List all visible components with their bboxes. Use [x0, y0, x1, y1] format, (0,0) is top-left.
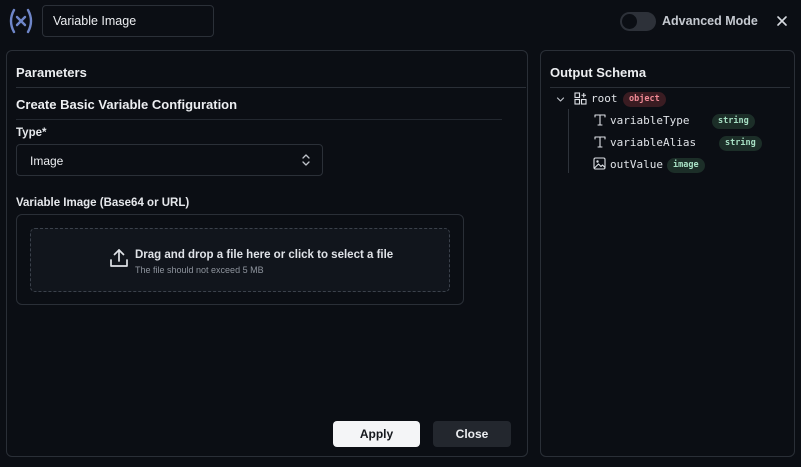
- close-button[interactable]: Close: [433, 421, 511, 447]
- close-icon[interactable]: [775, 14, 789, 28]
- type-select[interactable]: Image: [16, 144, 323, 176]
- toggle-knob: [622, 14, 637, 29]
- schema-root-row[interactable]: root object: [555, 91, 775, 109]
- schema-type-badge: object: [623, 92, 666, 107]
- schema-root-name: root: [591, 92, 618, 105]
- image-type-icon: [593, 157, 606, 170]
- parameters-title: Parameters: [16, 65, 87, 80]
- app-window: Advanced Mode Parameters Create Basic Va…: [0, 0, 801, 467]
- advanced-mode-label: Advanced Mode: [662, 14, 758, 28]
- file-drop-zone[interactable]: Drag and drop a file here or click to se…: [30, 228, 450, 292]
- schema-field-name: outValue: [610, 158, 663, 171]
- chevron-down-icon[interactable]: [556, 95, 565, 104]
- output-schema-title: Output Schema: [550, 65, 647, 80]
- section-title: Create Basic Variable Configuration: [16, 97, 238, 112]
- schema-type-badge: string: [719, 136, 762, 151]
- divider: [16, 87, 526, 88]
- schema-field-row[interactable]: variableType string: [593, 113, 773, 131]
- apply-button[interactable]: Apply: [333, 421, 420, 447]
- schema-field-name: variableAlias: [610, 136, 697, 149]
- variable-image-label: Variable Image (Base64 or URL): [16, 197, 190, 209]
- type-select-value: Image: [30, 154, 64, 168]
- header-bar: Advanced Mode: [0, 0, 801, 44]
- drop-zone-text: Drag and drop a file here or click to se…: [135, 249, 394, 261]
- schema-field-row[interactable]: outValue image: [593, 157, 773, 175]
- schema-type-badge: image: [667, 158, 705, 173]
- output-schema-panel: Output Schema root object variableType s…: [540, 50, 795, 457]
- divider: [550, 87, 790, 88]
- drop-zone-hint: The file should not exceed 5 MB: [135, 265, 264, 275]
- divider: [16, 119, 502, 120]
- chevron-up-down-icon: [302, 154, 310, 166]
- text-type-icon: [594, 114, 606, 126]
- schema-field-name: variableType: [610, 114, 690, 127]
- tree-connector: [568, 109, 569, 173]
- schema-type-badge: string: [712, 114, 755, 129]
- variable-logo-icon: [9, 8, 33, 34]
- object-type-icon: [574, 92, 587, 105]
- image-input-container: Drag and drop a file here or click to se…: [16, 214, 464, 305]
- upload-icon: [110, 249, 128, 267]
- type-label: Type*: [16, 127, 47, 139]
- advanced-mode-toggle[interactable]: [620, 12, 656, 31]
- variable-name-input[interactable]: [42, 5, 214, 37]
- text-type-icon: [594, 136, 606, 148]
- parameters-panel: Parameters Create Basic Variable Configu…: [6, 50, 528, 457]
- schema-field-row[interactable]: variableAlias string: [593, 135, 773, 153]
